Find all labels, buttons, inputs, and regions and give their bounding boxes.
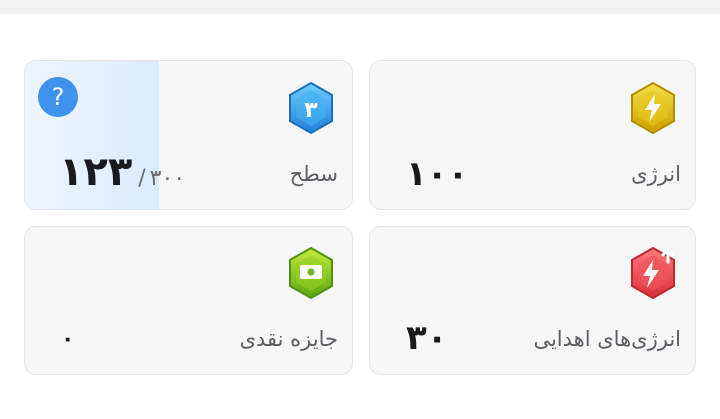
level-badge-icon: ۳ bbox=[286, 81, 336, 135]
energy-card[interactable]: انرژی ۱۰۰ bbox=[369, 60, 696, 210]
level-value: ۱۲۳/۳۰۰ bbox=[59, 149, 185, 195]
level-label: سطح bbox=[289, 162, 338, 186]
level-current: ۱۲۳ bbox=[59, 149, 133, 195]
level-separator: / bbox=[138, 166, 146, 191]
cash-prize-label: جایزه نقدی bbox=[239, 327, 338, 351]
cash-prize-value: ۰ bbox=[61, 327, 75, 352]
top-bar bbox=[0, 0, 720, 14]
lightning-badge-icon bbox=[628, 81, 678, 135]
donated-energy-label: انرژی‌های اهدایی bbox=[533, 327, 681, 351]
cash-prize-card[interactable]: جایزه نقدی ۰ bbox=[24, 226, 353, 375]
donated-energy-value: ۳۰ bbox=[406, 318, 448, 358]
level-max: ۳۰۰ bbox=[149, 166, 186, 191]
question-icon: ? bbox=[51, 83, 65, 111]
donated-energy-badge-icon bbox=[628, 246, 678, 300]
energy-label: انرژی bbox=[631, 162, 681, 186]
level-badge-number: ۳ bbox=[304, 98, 318, 123]
help-button[interactable]: ? bbox=[38, 77, 78, 117]
cash-badge-icon bbox=[286, 246, 336, 300]
energy-value: ۱۰۰ bbox=[406, 154, 469, 194]
donated-energy-card[interactable]: انرژی‌های اهدایی ۳۰ bbox=[369, 226, 696, 375]
level-card[interactable]: ? ۳ سطح ۱۲۳/۳۰۰ bbox=[24, 60, 353, 210]
